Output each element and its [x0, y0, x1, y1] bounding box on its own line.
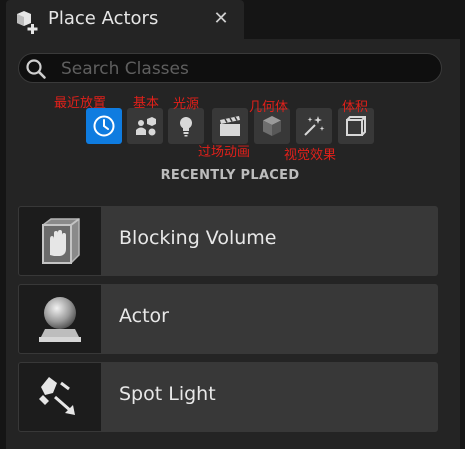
category-recently-placed-button[interactable] — [86, 108, 122, 144]
category-label-geometry: 几何体 — [249, 100, 289, 115]
tab-title: Place Actors — [48, 8, 159, 29]
actor-item-blocking-volume[interactable]: Blocking Volume — [18, 206, 438, 276]
actor-item-actor[interactable]: Actor — [18, 284, 438, 354]
search-icon — [25, 58, 47, 80]
clapperboard-icon — [220, 116, 240, 136]
item-thumbnail — [19, 363, 101, 431]
item-label: Spot Light — [119, 383, 216, 405]
volume-box-icon — [346, 116, 366, 136]
item-thumbnail — [19, 207, 101, 275]
sparkles-icon — [304, 116, 325, 136]
cube-icon — [263, 116, 281, 136]
category-lights-button[interactable] — [168, 108, 204, 144]
item-thumbnail — [19, 285, 101, 353]
spot-light-icon — [39, 377, 75, 415]
place-actors-tab[interactable]: Place Actors ✕ — [6, 0, 244, 39]
category-label-lights: 光源 — [173, 97, 200, 112]
place-actors-icon — [14, 8, 42, 34]
basic-shapes-icon — [136, 117, 156, 136]
category-label-basic: 基本 — [133, 96, 160, 111]
category-label-visual-effects: 视觉效果 — [284, 148, 337, 163]
category-label-recently-placed: 最近放置 — [54, 96, 107, 111]
place-actors-panel: Place Actors ✕ Search Classes 最近放置 基本 光源… — [0, 0, 465, 449]
category-cinematic-button[interactable] — [212, 108, 248, 144]
section-title: RECENTLY PLACED — [160, 168, 300, 183]
close-icon[interactable]: ✕ — [210, 8, 232, 30]
blocking-volume-icon — [42, 218, 80, 264]
category-visual-effects-button[interactable] — [296, 108, 332, 144]
search-box[interactable] — [18, 53, 442, 83]
actor-sphere-icon — [39, 297, 81, 342]
category-label-cinematic: 过场动画 — [198, 145, 251, 160]
lightbulb-icon — [180, 117, 192, 137]
search-input[interactable] — [59, 56, 433, 82]
item-label: Actor — [119, 305, 169, 327]
clock-icon — [93, 115, 115, 137]
actor-item-spot-light[interactable]: Spot Light — [18, 362, 438, 432]
category-basic-button[interactable] — [127, 108, 163, 144]
category-label-volumes: 体积 — [342, 100, 369, 115]
item-label: Blocking Volume — [119, 227, 277, 249]
